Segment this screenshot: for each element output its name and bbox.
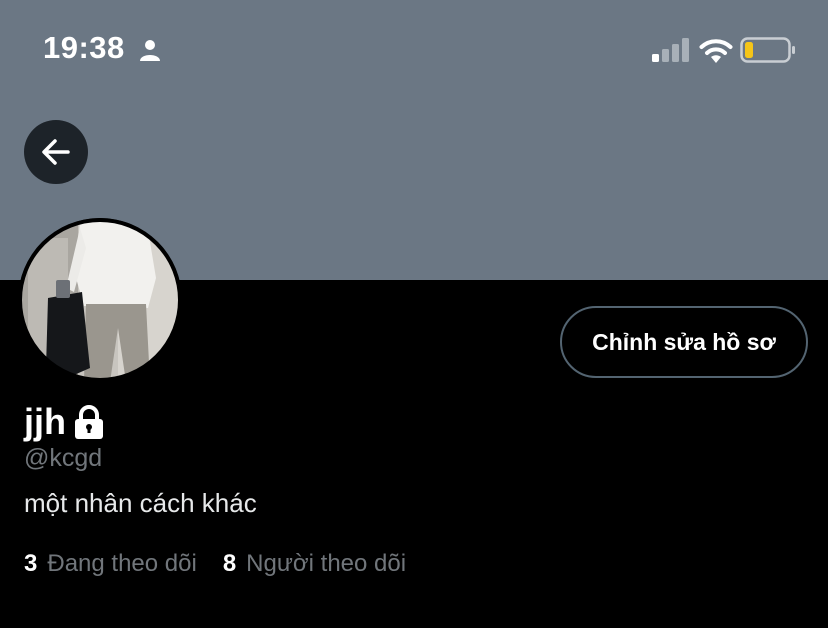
following-label: Đang theo dõi [47, 550, 197, 577]
profile-screen: 19:38 Chỉnh sửa hồ sơ jjh @kcgd một nhân… [0, 0, 828, 628]
followers-count: 8 [222, 550, 237, 577]
profile-handle: @kcgd [24, 444, 103, 472]
cellular-signal-icon [652, 38, 689, 62]
avatar[interactable] [18, 218, 182, 382]
lock-icon [75, 405, 103, 439]
followers-label: Người theo dõi [246, 550, 407, 577]
display-name-text: jjh [24, 401, 66, 442]
profile-bio: một nhân cách khác [24, 488, 257, 518]
following-link[interactable]: 3 Đang theo dõi [24, 550, 197, 578]
status-time: 19:38 [43, 30, 125, 65]
following-count: 3 [24, 550, 38, 577]
back-button[interactable] [24, 120, 88, 184]
person-icon [140, 40, 160, 61]
arrow-left-icon [42, 139, 70, 165]
edit-profile-button[interactable]: Chỉnh sửa hồ sơ [560, 306, 808, 378]
battery-low-icon [740, 37, 795, 63]
display-name: jjh [24, 398, 106, 446]
follow-stats: 3 Đang theo dõi 8 Người theo dõi [24, 550, 406, 578]
followers-link[interactable]: 8 Người theo dõi [223, 550, 406, 578]
wifi-icon [699, 39, 733, 63]
